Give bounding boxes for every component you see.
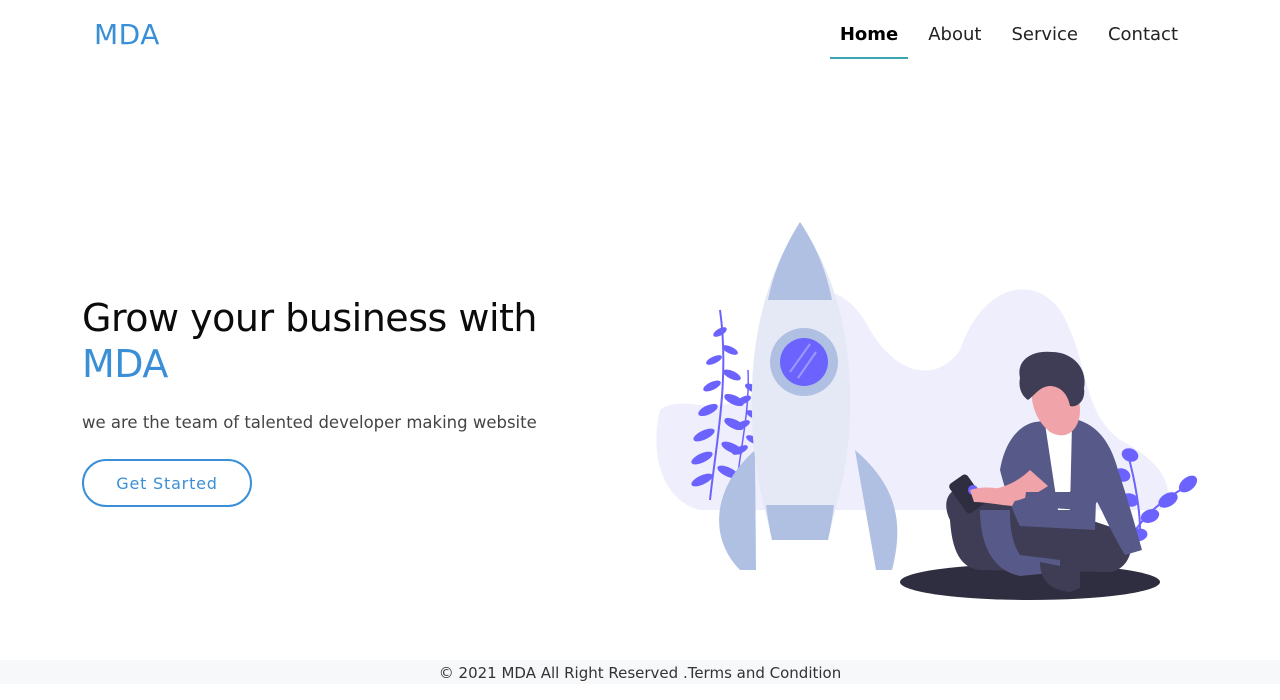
footer-copyright: © 2021 MDA All Right Reserved .: [438, 664, 688, 682]
nav-item-service[interactable]: Service: [1009, 24, 1080, 58]
hero-subtitle: we are the team of talented developer ma…: [82, 413, 537, 432]
illustration-svg: [656, 222, 1198, 600]
nav-item-home[interactable]: Home: [829, 24, 909, 59]
hero-section: Grow your business with MDA we are the t…: [82, 295, 642, 507]
get-started-button[interactable]: Get Started: [82, 459, 252, 507]
terms-link[interactable]: Terms and Condition: [688, 664, 842, 682]
brand-logo[interactable]: MDA: [94, 18, 160, 51]
nav-item-contact[interactable]: Contact: [1106, 24, 1180, 58]
hero-title-line: Grow your business with: [82, 296, 537, 340]
footer: © 2021 MDA All Right Reserved .Terms and…: [0, 660, 1280, 684]
nav-item-about[interactable]: About: [926, 24, 983, 58]
hero-title: Grow your business with MDA: [82, 295, 642, 387]
nav-menu: Home About Service Contact: [812, 24, 1180, 59]
rocket-person-illustration: [640, 210, 1220, 610]
navbar: MDA Home About Service Contact: [0, 0, 1280, 72]
hero-title-brand: MDA: [82, 342, 168, 386]
